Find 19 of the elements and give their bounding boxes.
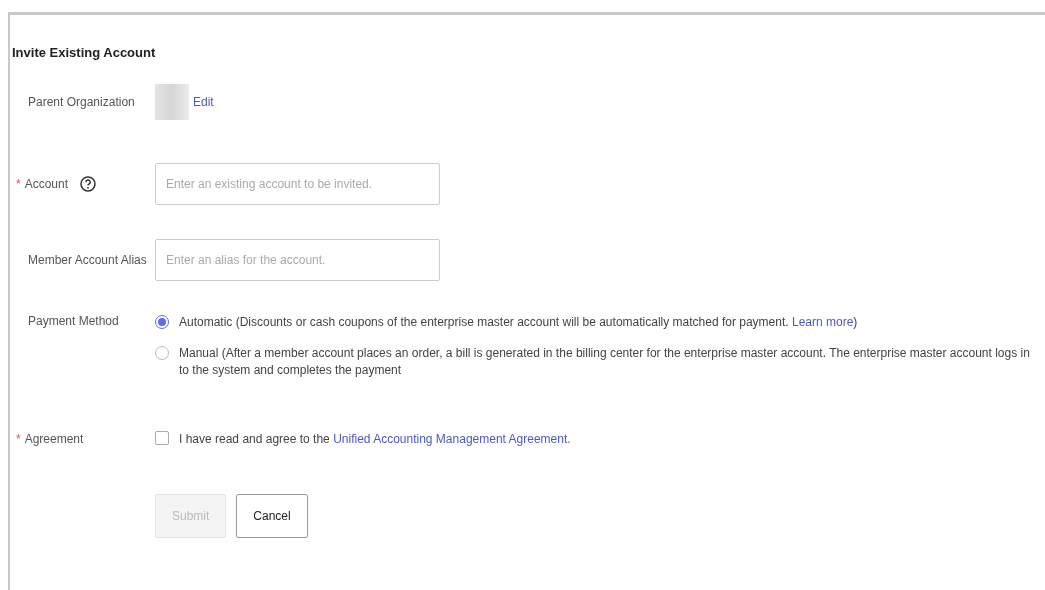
help-icon[interactable] xyxy=(80,176,97,192)
checkbox[interactable] xyxy=(155,430,169,445)
option-label: Automatic (Discounts or cash coupons of the enterprise master account will be automatically matched for payment. Learn more) xyxy=(179,314,858,331)
option-label: Manual (After a member account places an order, a bill is generated in the billing center for the enterprise master account. The enterprise master account logs in to the system and completes the payment xyxy=(179,345,1031,379)
agreement-link[interactable]: Unified Accounting Management Agreement. xyxy=(333,431,571,446)
field-label: Member Account Alias xyxy=(28,253,147,267)
account-field[interactable]: Enter an existing account to be invited. xyxy=(155,163,440,205)
agreement-text: I have read and agree to the Unified Accounting Management Agreement. xyxy=(179,430,571,448)
cancel-button[interactable]: Cancel xyxy=(236,494,308,538)
field-label: Account xyxy=(24,177,69,191)
page-title: Invite Existing Account xyxy=(11,45,157,60)
learn-more-link[interactable]: Learn more xyxy=(791,315,854,329)
alias-field[interactable]: Enter an alias for the account. xyxy=(155,239,440,281)
edit-link[interactable]: Edit xyxy=(193,95,214,109)
field-label: Agreement xyxy=(24,432,84,446)
field-label: Payment Method xyxy=(28,314,119,328)
required-mark: * xyxy=(16,432,21,446)
required-mark: * xyxy=(16,177,21,191)
field-label: Parent Organization xyxy=(28,95,135,109)
